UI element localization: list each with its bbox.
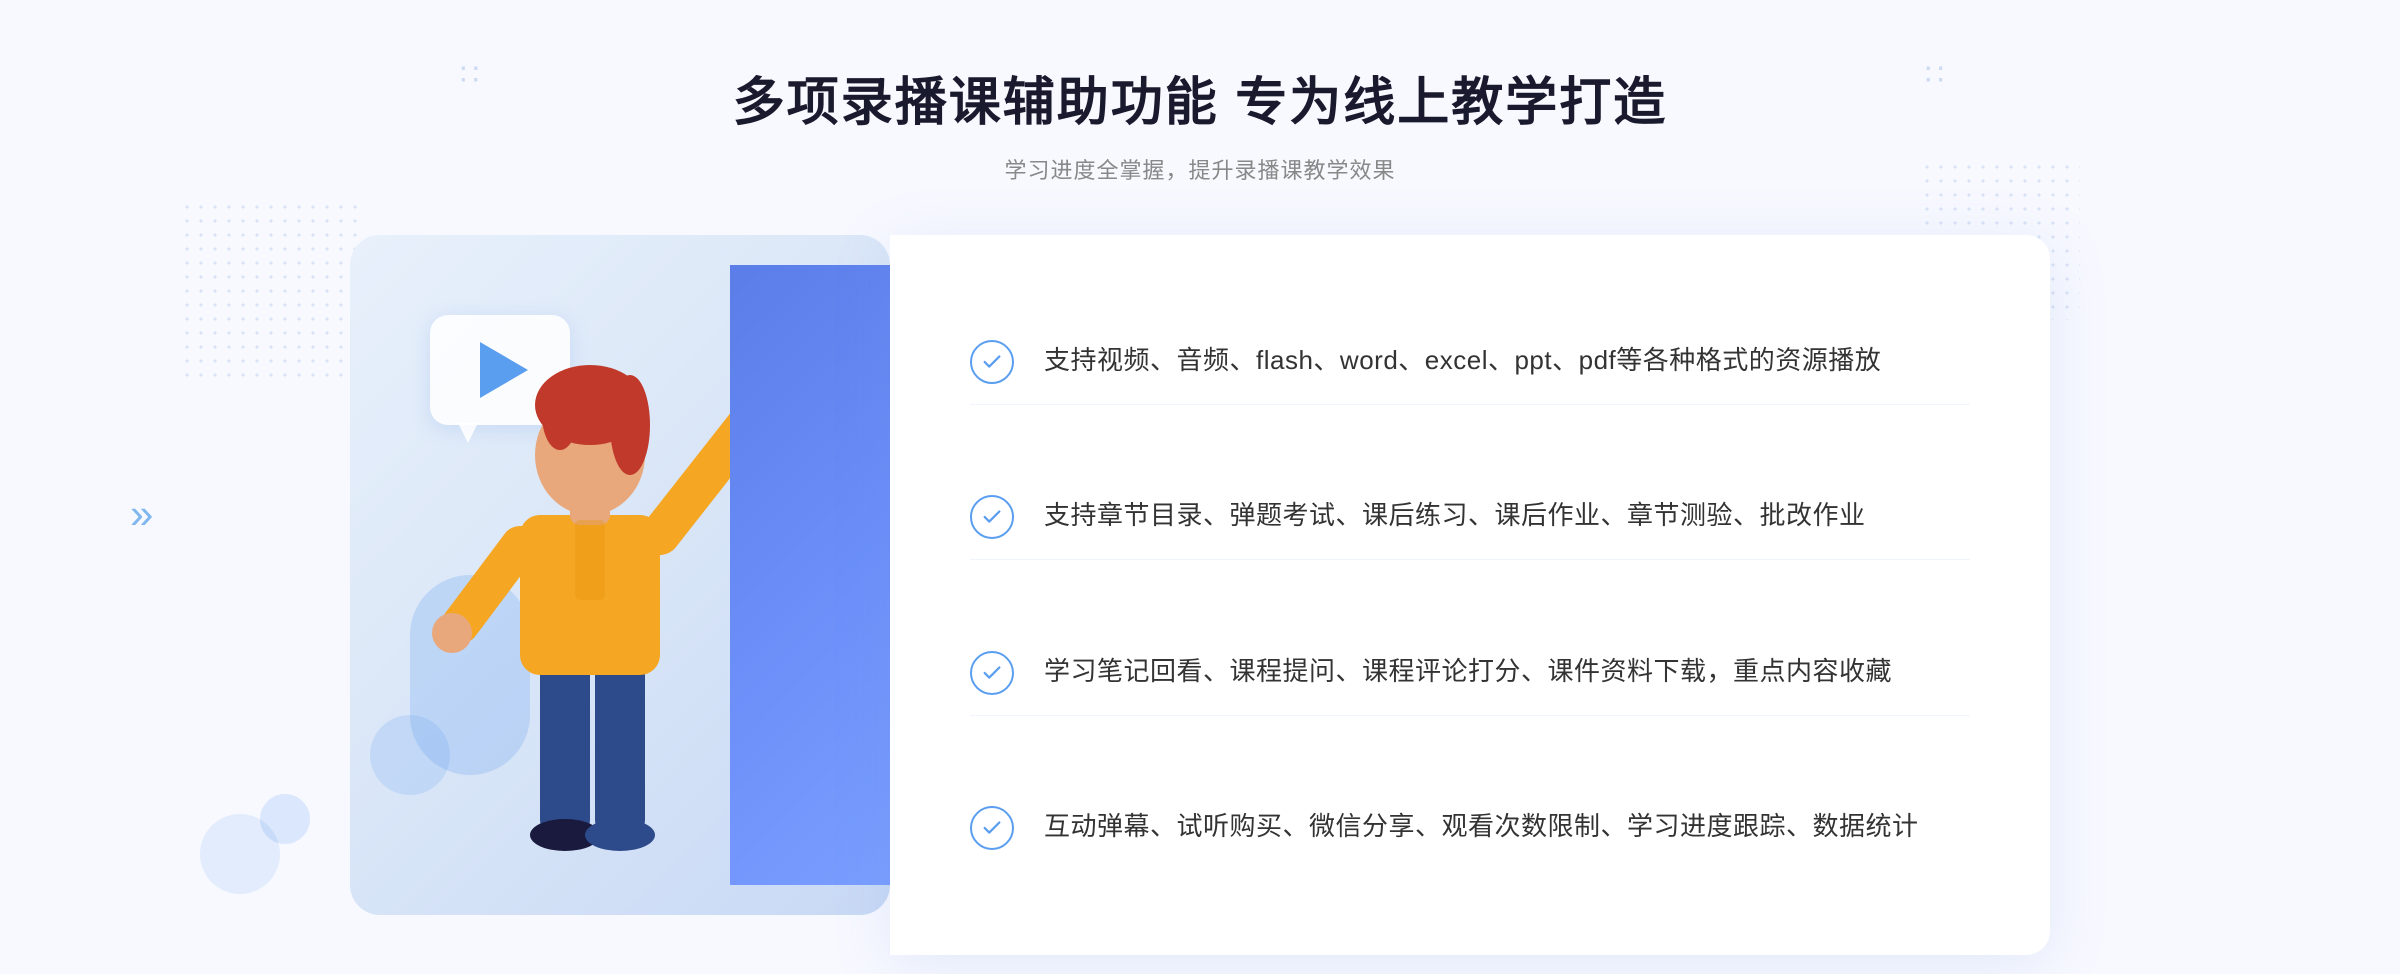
feature-item-4: 互动弹幕、试听购买、微信分享、观看次数限制、学习进度跟踪、数据统计 [970, 786, 1970, 870]
sub-title: 学习进度全掌握，提升录播课教学效果 [733, 153, 1667, 185]
feature-text-3: 学习笔记回看、课程提问、课程评论打分、课件资料下载，重点内容收藏 [1044, 651, 1892, 693]
check-icon-1 [970, 340, 1014, 384]
chevron-decoration-right-top: ∷ [1925, 58, 1940, 93]
illustration-area [350, 235, 930, 955]
content-area: 支持视频、音频、flash、word、excel、ppt、pdf等各种格式的资源… [350, 235, 2050, 955]
feature-item-2: 支持章节目录、弹题考试、课后练习、课后作业、章节测验、批改作业 [970, 475, 1970, 560]
person-illustration [400, 315, 780, 915]
outer-circle-2 [260, 794, 310, 844]
feature-text-2: 支持章节目录、弹题考试、课后练习、课后作业、章节测验、批改作业 [1044, 495, 1866, 537]
feature-item-1: 支持视频、音频、flash、word、excel、ppt、pdf等各种格式的资源… [970, 320, 1970, 405]
chevron-decoration-left-top: ∷ [460, 58, 475, 93]
main-title: 多项录播课辅助功能 专为线上教学打造 [733, 60, 1667, 135]
header-section: 多项录播课辅助功能 专为线上教学打造 学习进度全掌握，提升录播课教学效果 [733, 60, 1667, 185]
chevron-decoration-left: » [130, 490, 153, 538]
feature-text-4: 互动弹幕、试听购买、微信分享、观看次数限制、学习进度跟踪、数据统计 [1044, 806, 1919, 848]
dots-decoration-left [180, 200, 360, 380]
check-icon-3 [970, 651, 1014, 695]
page-container: ∷ ∷ » 多项录播课辅助功能 专为线上教学打造 学习进度全掌握，提升录播课教学… [0, 0, 2400, 974]
features-panel: 支持视频、音频、flash、word、excel、ppt、pdf等各种格式的资源… [890, 235, 2050, 955]
check-icon-4 [970, 806, 1014, 850]
feature-text-1: 支持视频、音频、flash、word、excel、ppt、pdf等各种格式的资源… [1044, 340, 1881, 382]
feature-item-3: 学习笔记回看、课程提问、课程评论打分、课件资料下载，重点内容收藏 [970, 631, 1970, 716]
check-icon-2 [970, 495, 1014, 539]
